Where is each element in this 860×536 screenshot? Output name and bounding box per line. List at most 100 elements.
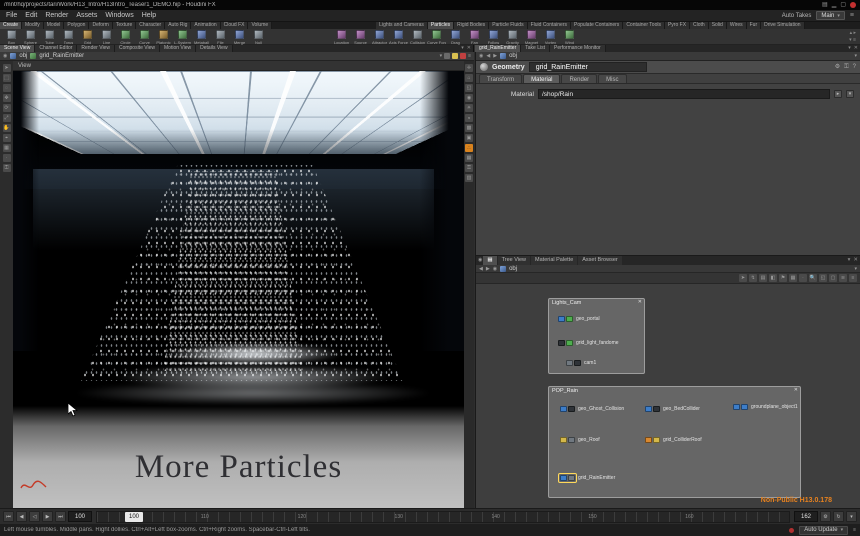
- net-snap-icon[interactable]: ∙: [799, 274, 807, 282]
- timeline-slider[interactable]: 100 110 120 130 140 150 160: [96, 511, 790, 523]
- prev-frame-icon[interactable]: ◀: [16, 511, 27, 522]
- shelf-tab-volume[interactable]: Volume: [248, 22, 272, 29]
- tool-curve-force[interactable]: Curve Force: [427, 30, 446, 45]
- translate-tool-icon[interactable]: ✥: [3, 94, 11, 102]
- stop-render-icon[interactable]: [460, 53, 466, 59]
- parm-menu-icon[interactable]: ▾: [846, 90, 854, 98]
- path-context[interactable]: obj: [509, 53, 517, 59]
- tool-collision[interactable]: Collision: [408, 30, 427, 45]
- view-lock-icon[interactable]: ⚿: [465, 164, 473, 172]
- chevron-down-icon[interactable]: ▾: [854, 53, 857, 59]
- tab-channel-editor[interactable]: Channel Editor: [35, 45, 77, 52]
- tool-file[interactable]: File: [211, 30, 230, 45]
- tool-merge[interactable]: Merge: [230, 30, 249, 45]
- auto-update-selector[interactable]: Auto Update ▾: [799, 526, 848, 535]
- home-view-icon[interactable]: ⌂: [465, 74, 473, 82]
- gear-icon[interactable]: ⚙: [835, 62, 840, 72]
- secure-selection-icon[interactable]: ⚿: [3, 164, 11, 172]
- lasso-select-icon[interactable]: ◌: [3, 84, 11, 92]
- shelf-tab-rigid-bodies[interactable]: Rigid Bodies: [454, 22, 489, 29]
- node-geo-ghost-collision[interactable]: geo_Ghost_Collision: [559, 405, 624, 413]
- close-window-icon[interactable]: [850, 2, 856, 8]
- node-grid-light-fandome[interactable]: grid_light_fandome: [557, 339, 619, 347]
- pose-tool-icon[interactable]: ✋: [3, 124, 11, 132]
- tool-vortex[interactable]: Vortex: [541, 30, 560, 45]
- handles-tool-icon[interactable]: ⌖: [3, 134, 11, 142]
- tool-circle[interactable]: Circle: [116, 30, 135, 45]
- maximize-icon[interactable]: ▢: [840, 1, 846, 9]
- menu-help[interactable]: Help: [142, 12, 156, 19]
- menu-file[interactable]: File: [6, 12, 17, 19]
- menu-edit[interactable]: Edit: [25, 12, 37, 19]
- shelf-tab-character[interactable]: Character: [136, 22, 165, 29]
- shelf-tab-particles[interactable]: Particles: [428, 22, 454, 29]
- shelf-tab-fur[interactable]: Fur: [747, 22, 762, 29]
- net-overview-icon[interactable]: ▢: [829, 274, 837, 282]
- shelf-tab-model[interactable]: Model: [44, 22, 65, 29]
- node-name-field[interactable]: grid_RainEmitter: [529, 62, 647, 72]
- network-canvas[interactable]: Lights_Cam ✕ geo_portal grid_light_fando…: [476, 284, 860, 508]
- node-cam1[interactable]: cam1: [565, 359, 596, 367]
- shelf-tab-animation[interactable]: Animation: [191, 22, 220, 29]
- tab-motion-view[interactable]: Motion View: [160, 45, 196, 52]
- nav-back-icon[interactable]: ◀: [486, 53, 490, 59]
- tool-fan[interactable]: Fan: [465, 30, 484, 45]
- tool-attractor[interactable]: Attractor: [370, 30, 389, 45]
- grid-toggle-icon[interactable]: ▦: [465, 154, 473, 162]
- take-selector[interactable]: Main ▾: [816, 11, 845, 20]
- shelf-tab-autorig[interactable]: Auto Rig: [165, 22, 191, 29]
- shelf-tab-fluid-containers[interactable]: Fluid Containers: [528, 22, 571, 29]
- wireframe-icon[interactable]: ▩: [465, 124, 473, 132]
- pin-icon[interactable]: ◉: [479, 53, 483, 59]
- tab-take-list[interactable]: Take List: [521, 45, 550, 52]
- pane-close-icon[interactable]: ✕: [467, 45, 471, 52]
- nav-back-icon[interactable]: ◀: [479, 266, 483, 272]
- node-grid-colliderroof[interactable]: grid_ColliderRoof: [644, 436, 702, 444]
- network-box-lights-cam[interactable]: Lights_Cam ✕ geo_portal grid_light_fando…: [548, 298, 645, 374]
- display-particles-icon[interactable]: ∴: [465, 144, 473, 152]
- tab-material[interactable]: Material: [523, 74, 560, 83]
- shelf-tab-wires[interactable]: Wires: [727, 22, 747, 29]
- tool-location[interactable]: Location: [332, 30, 351, 45]
- lighting-icon[interactable]: ☀: [465, 104, 473, 112]
- tab-material-palette[interactable]: Material Palette: [531, 256, 577, 265]
- node-geo-portal[interactable]: geo_portal: [557, 315, 600, 323]
- viewport-3d-scene[interactable]: More Particles: [13, 71, 464, 508]
- go-start-icon[interactable]: ⏮: [3, 511, 14, 522]
- frame-all-icon[interactable]: ◱: [465, 84, 473, 92]
- display-options-icon[interactable]: ▣: [465, 134, 473, 142]
- net-zoom-icon[interactable]: 🔍: [809, 274, 817, 282]
- net-menu-icon[interactable]: ≡: [849, 274, 857, 282]
- tool-magnet[interactable]: Magnet: [522, 30, 541, 45]
- tool-wind[interactable]: Wind: [560, 30, 579, 45]
- camera-icon[interactable]: ◉: [465, 94, 473, 102]
- pin-icon[interactable]: ◉: [493, 266, 497, 272]
- viewport-view-menu[interactable]: View: [13, 61, 464, 71]
- path-context[interactable]: obj: [509, 266, 517, 272]
- snap-point-icon[interactable]: ∙: [3, 154, 11, 162]
- tool-sphere[interactable]: Sphere: [21, 30, 40, 45]
- shelf-tab-deform[interactable]: Deform: [89, 22, 112, 29]
- tool-torus[interactable]: Torus: [59, 30, 78, 45]
- shelf-tab-drive-simulation[interactable]: Drive Simulation: [761, 22, 804, 29]
- pane-close-icon[interactable]: ✕: [854, 45, 858, 52]
- nav-forward-icon[interactable]: ▶: [486, 266, 490, 272]
- loop-mode-icon[interactable]: ↻: [833, 511, 844, 522]
- net-filter-icon[interactable]: ≋: [839, 274, 847, 282]
- tool-box[interactable]: Box: [2, 30, 21, 45]
- shelf-tab-create[interactable]: Create: [0, 22, 22, 29]
- node-groundplane-object1[interactable]: groundplane_object1: [732, 403, 798, 411]
- close-icon[interactable]: ✕: [794, 387, 798, 393]
- pin-icon[interactable]: ◉: [478, 256, 482, 265]
- net-frame-icon[interactable]: ◱: [819, 274, 827, 282]
- play-reverse-icon[interactable]: ◁: [29, 511, 40, 522]
- net-layout-icon[interactable]: ▤: [759, 274, 767, 282]
- net-connect-icon[interactable]: ↯: [749, 274, 757, 282]
- status-menu-icon[interactable]: ≡: [853, 527, 856, 533]
- node-geo-roof[interactable]: geo_Roof: [559, 436, 600, 444]
- node-grid-rainemitter[interactable]: grid_RainEmitter: [559, 474, 615, 482]
- nav-forward-icon[interactable]: ▶: [493, 53, 497, 59]
- net-flag-icon[interactable]: ⚑: [779, 274, 787, 282]
- shelf-tab-texture[interactable]: Texture: [113, 22, 136, 29]
- tool-metaball[interactable]: Metaball: [192, 30, 211, 45]
